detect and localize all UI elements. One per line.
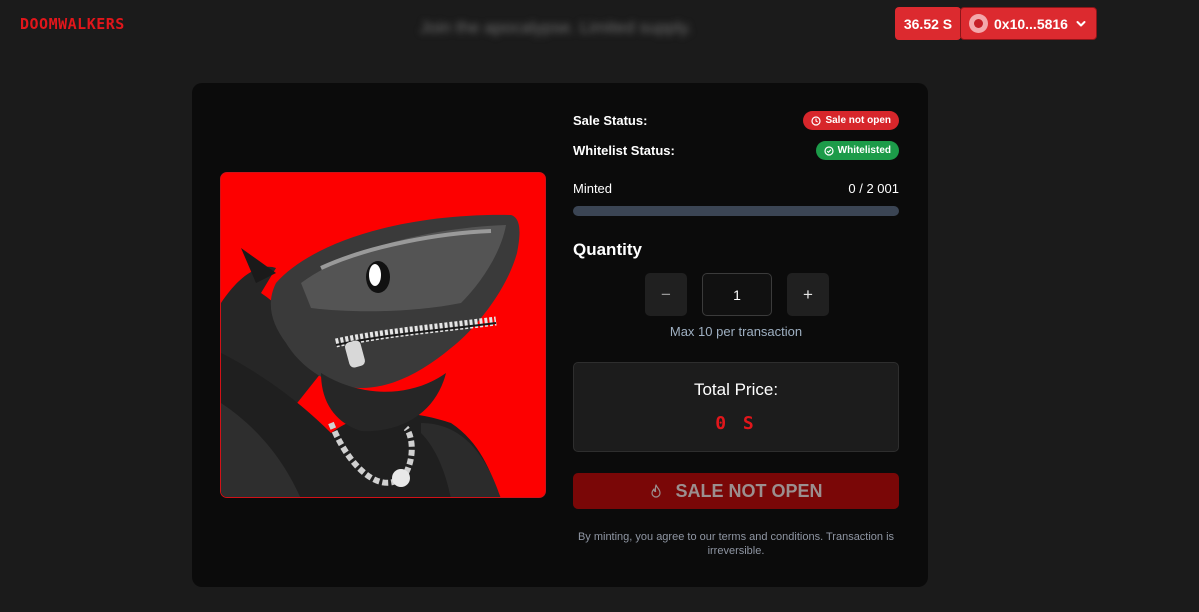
whitelist-status-row: Whitelist Status: Whitelisted [573, 141, 899, 160]
wallet-button[interactable]: 0x10...5816 [960, 7, 1097, 40]
minted-label: Minted [573, 181, 613, 196]
sale-status-badge: Sale not open [803, 111, 899, 130]
mint-button-label: SALE NOT OPEN [675, 480, 823, 501]
total-price-box: Total Price: 0 S [573, 362, 899, 452]
avatar-icon [969, 14, 988, 33]
balance-badge: 36.52 S [895, 7, 961, 40]
clock-icon [811, 115, 822, 126]
increase-quantity-button[interactable]: + [787, 273, 829, 316]
quantity-input[interactable] [702, 273, 772, 316]
whitelist-status-text: Whitelisted [837, 145, 891, 156]
whitelist-status-badge: Whitelisted [815, 141, 899, 160]
quantity-title: Quantity [573, 240, 642, 259]
sale-status-label: Sale Status: [573, 113, 648, 128]
sale-status-row: Sale Status: Sale not open [573, 111, 899, 130]
total-price-label: Total Price: [693, 380, 779, 399]
mint-card: Sale Status: Sale not open Whitelist Sta… [192, 83, 928, 587]
wallet-address: 0x10...5816 [994, 15, 1068, 32]
mint-progress-bar [573, 206, 899, 216]
total-price-value: 0 S [715, 413, 757, 434]
chevron-down-icon [1076, 20, 1086, 26]
max-per-transaction-note: Max 10 per transaction [669, 324, 803, 339]
minted-row: Minted 0 / 2 001 [573, 181, 899, 196]
minted-count: 0 / 2 001 [848, 181, 899, 196]
mint-button[interactable]: SALE NOT OPEN [573, 473, 899, 509]
decrease-quantity-button[interactable]: − [645, 273, 687, 316]
check-circle-icon [824, 145, 834, 156]
nft-artwork [220, 172, 546, 498]
flame-icon [651, 484, 662, 498]
tagline: Join the apocalypse. Limited supply. [420, 18, 692, 37]
logo[interactable]: DOOMWALKERS [20, 15, 125, 33]
sale-status-text: Sale not open [825, 115, 891, 126]
terms-note: By minting, you agree to our terms and c… [577, 531, 895, 557]
whitelist-status-label: Whitelist Status: [573, 143, 675, 158]
